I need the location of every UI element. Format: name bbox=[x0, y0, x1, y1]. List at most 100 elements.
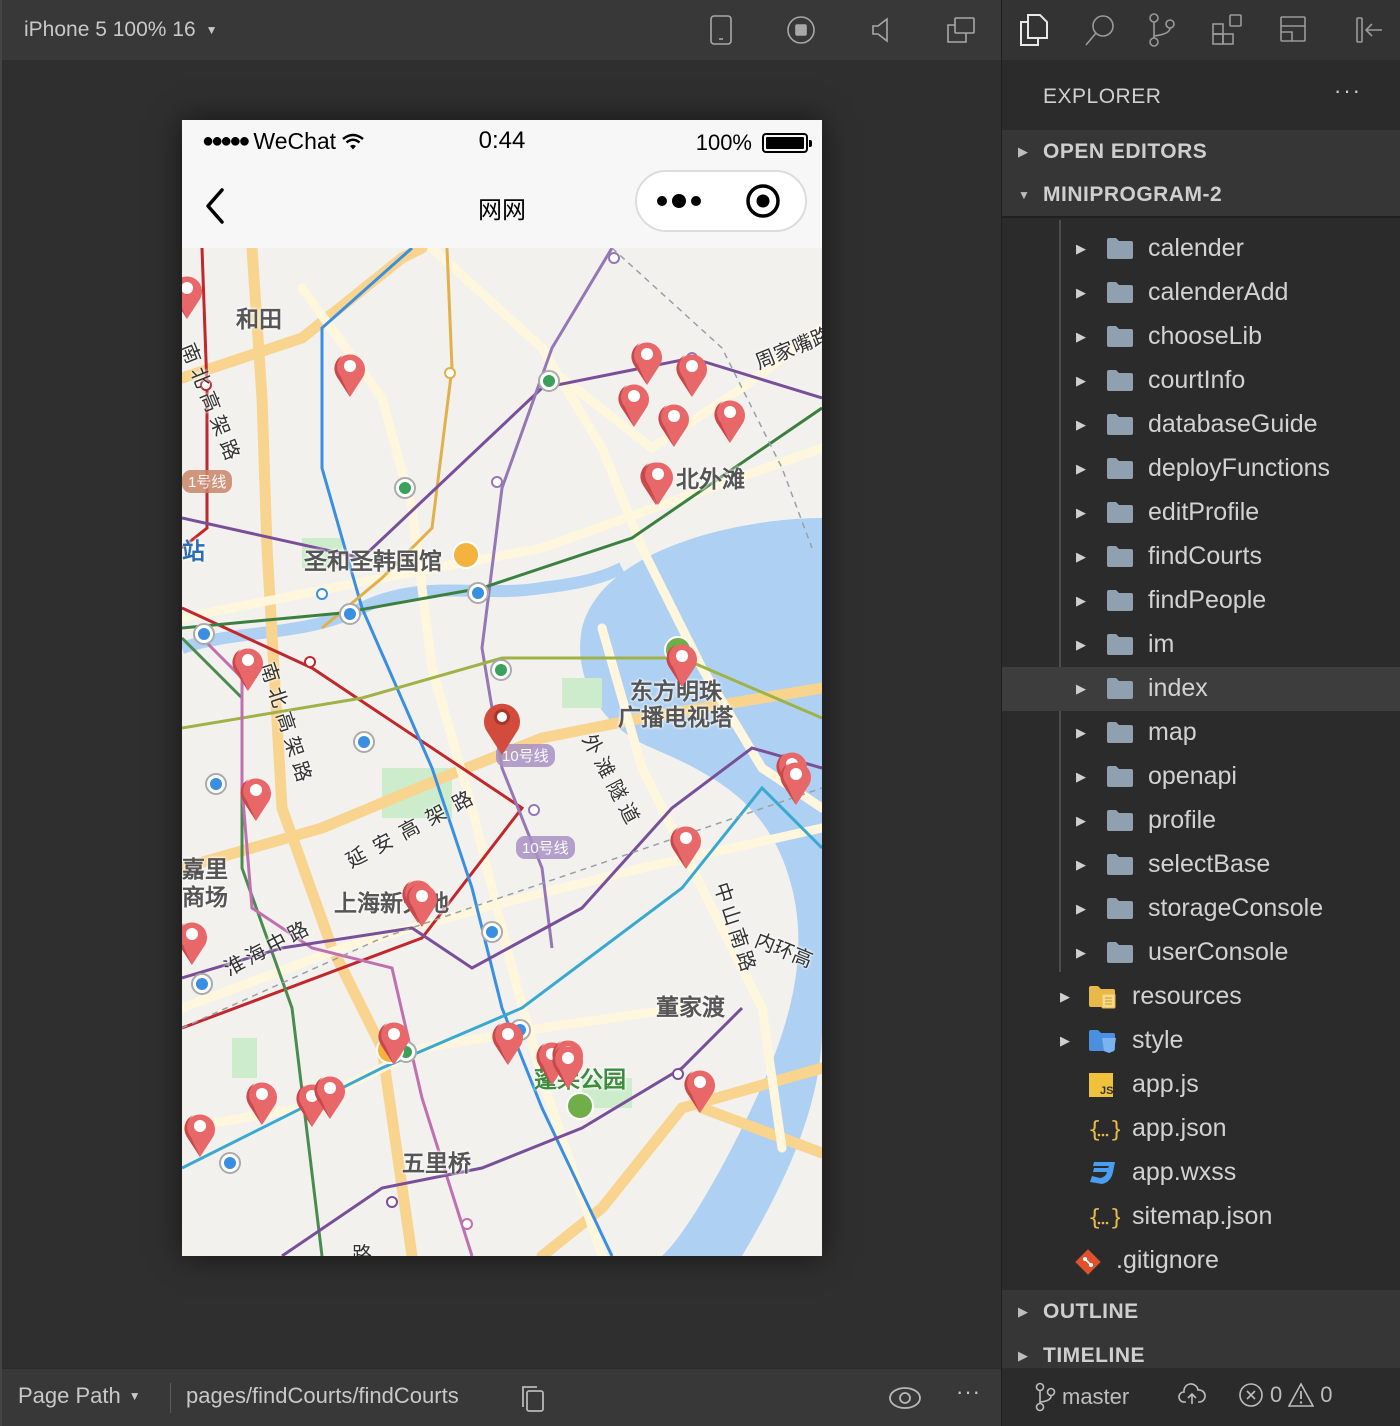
tree-folder-calenderAdd[interactable]: ▶ calenderAdd bbox=[1002, 271, 1400, 315]
court-marker-icon[interactable] bbox=[182, 918, 209, 966]
page-path-value: pages/findCourts/findCourts bbox=[186, 1383, 459, 1408]
tree-folder-style[interactable]: ▶ style bbox=[1002, 1019, 1400, 1063]
section-project[interactable]: ▼ MINIPROGRAM-2 bbox=[1002, 174, 1400, 218]
volume-icon[interactable] bbox=[865, 14, 897, 46]
explorer-more-button[interactable]: ··· bbox=[1334, 78, 1362, 104]
tree-item-label: storageConsole bbox=[1148, 894, 1324, 922]
divider bbox=[170, 1383, 171, 1413]
court-marker-icon[interactable] bbox=[313, 1072, 347, 1120]
layout-icon[interactable] bbox=[1276, 12, 1312, 48]
court-marker-icon[interactable] bbox=[630, 338, 664, 386]
tree-folder-im[interactable]: ▶ im bbox=[1002, 623, 1400, 667]
selected-location-marker-icon[interactable] bbox=[482, 698, 522, 756]
tree-folder-databaseGuide[interactable]: ▶ databaseGuide bbox=[1002, 403, 1400, 447]
court-marker-icon[interactable] bbox=[713, 396, 747, 444]
page-path-select[interactable]: Page Path ▼ bbox=[18, 1383, 141, 1409]
court-marker-icon[interactable] bbox=[183, 1110, 217, 1158]
phone-icon[interactable] bbox=[705, 14, 737, 46]
tree-folder-courtInfo[interactable]: ▶ courtInfo bbox=[1002, 359, 1400, 403]
source-control-icon[interactable] bbox=[1144, 12, 1180, 48]
tree-folder-userConsole[interactable]: ▶ userConsole bbox=[1002, 931, 1400, 975]
section-outline[interactable]: ▶ OUTLINE bbox=[1002, 1290, 1400, 1334]
svg-text:{: { bbox=[1088, 1118, 1101, 1142]
tree-folder-openapi[interactable]: ▶ openapi bbox=[1002, 755, 1400, 799]
detach-window-icon[interactable] bbox=[945, 14, 977, 46]
files-icon[interactable] bbox=[1016, 12, 1052, 48]
tree-item-label: chooseLib bbox=[1148, 322, 1262, 350]
court-marker-icon[interactable] bbox=[665, 640, 699, 688]
battery-icon bbox=[762, 133, 812, 153]
court-marker-icon[interactable] bbox=[551, 1042, 585, 1090]
tree-folder-storageConsole[interactable]: ▶ storageConsole bbox=[1002, 887, 1400, 931]
folder-icon bbox=[1106, 896, 1134, 922]
status-bar: master 0 0 bbox=[1002, 1368, 1400, 1426]
error-icon bbox=[1239, 1383, 1263, 1407]
court-marker-icon[interactable] bbox=[641, 458, 675, 506]
tree-folder-chooseLib[interactable]: ▶ chooseLib bbox=[1002, 315, 1400, 359]
more-options-button[interactable]: ··· bbox=[956, 1379, 981, 1405]
court-marker-icon[interactable] bbox=[333, 350, 367, 398]
court-marker-icon[interactable] bbox=[377, 1018, 411, 1066]
chevron-right-icon: ▶ bbox=[1076, 857, 1086, 872]
problems-indicator[interactable]: 0 0 bbox=[1238, 1382, 1333, 1408]
tree-item-label: profile bbox=[1148, 806, 1217, 834]
target-close-icon[interactable] bbox=[721, 172, 805, 230]
battery: 100% bbox=[696, 130, 812, 156]
device-select[interactable]: iPhone 5 100% 16 ▼ bbox=[24, 18, 218, 42]
folder-icon bbox=[1106, 236, 1134, 262]
tree-folder-editProfile[interactable]: ▶ editProfile bbox=[1002, 491, 1400, 535]
folder-icon bbox=[1106, 280, 1134, 306]
court-marker-icon[interactable] bbox=[617, 380, 651, 428]
git-branch[interactable]: master bbox=[1034, 1382, 1129, 1412]
tree-folder-index[interactable]: ▶ index bbox=[1002, 667, 1400, 711]
section-open-editors[interactable]: ▶ OPEN EDITORS bbox=[1002, 130, 1400, 174]
court-marker-icon[interactable] bbox=[182, 272, 204, 320]
tree-file-sitemap-json[interactable]: {} sitemap.json bbox=[1002, 1195, 1400, 1239]
branch-name: master bbox=[1062, 1384, 1130, 1409]
court-marker-icon[interactable] bbox=[491, 1018, 525, 1066]
court-marker-icon[interactable] bbox=[405, 880, 439, 928]
phone-screen: ●●●●● WeChat 0:44 100% 网网 和田 北外滩 圣和圣韩国馆 … bbox=[182, 120, 822, 1256]
court-marker-icon[interactable] bbox=[779, 758, 813, 806]
json-file-icon: {} bbox=[1088, 1204, 1123, 1231]
park-poi-icon[interactable] bbox=[566, 1092, 594, 1120]
court-marker-icon[interactable] bbox=[245, 1078, 279, 1126]
tree-folder-deployFunctions[interactable]: ▶ deployFunctions bbox=[1002, 447, 1400, 491]
tree-folder-profile[interactable]: ▶ profile bbox=[1002, 799, 1400, 843]
svg-text:JS: JS bbox=[1100, 1085, 1113, 1097]
court-marker-icon[interactable] bbox=[683, 1066, 717, 1114]
court-marker-icon[interactable] bbox=[239, 774, 273, 822]
tree-file-app-js[interactable]: JS app.js bbox=[1002, 1063, 1400, 1107]
court-marker-icon[interactable] bbox=[675, 350, 709, 398]
shopping-poi-icon[interactable] bbox=[452, 541, 480, 569]
collapse-panel-icon[interactable] bbox=[1352, 12, 1388, 48]
tree-file-gitignore[interactable]: .gitignore bbox=[1002, 1239, 1400, 1283]
copy-icon[interactable] bbox=[520, 1383, 548, 1413]
cloud-upload-icon[interactable] bbox=[1178, 1382, 1206, 1406]
tree-folder-calender[interactable]: ▶ calender bbox=[1002, 227, 1400, 271]
park-area bbox=[232, 1038, 257, 1078]
branch-icon bbox=[1035, 1382, 1056, 1412]
tree-item-label: resources bbox=[1132, 982, 1242, 1010]
map-view[interactable]: 和田 北外滩 圣和圣韩国馆 东方明珠 广播电视塔 上海新天地 董家渡 蓬莱公园 … bbox=[182, 248, 822, 1256]
tree-folder-resources[interactable]: ▶ resources bbox=[1002, 975, 1400, 1019]
folder-icon bbox=[1106, 940, 1134, 966]
tree-item-label: .gitignore bbox=[1116, 1246, 1219, 1274]
tree-file-app-json[interactable]: {} app.json bbox=[1002, 1107, 1400, 1151]
tree-folder-map[interactable]: ▶ map bbox=[1002, 711, 1400, 755]
tree-folder-selectBase[interactable]: ▶ selectBase bbox=[1002, 843, 1400, 887]
court-marker-icon[interactable] bbox=[657, 400, 691, 448]
extensions-icon[interactable] bbox=[1210, 12, 1246, 48]
court-marker-icon[interactable] bbox=[669, 822, 703, 870]
search-icon[interactable] bbox=[1082, 12, 1118, 48]
tree-file-app-wxss[interactable]: app.wxss bbox=[1002, 1151, 1400, 1195]
record-icon[interactable] bbox=[785, 14, 817, 46]
tree-folder-findCourts[interactable]: ▶ findCourts bbox=[1002, 535, 1400, 579]
tree-item-label: courtInfo bbox=[1148, 366, 1246, 394]
more-dots-icon[interactable] bbox=[637, 172, 721, 230]
court-marker-icon[interactable] bbox=[231, 644, 265, 692]
simulator-pane: iPhone 5 100% 16 ▼ ●●●●● WeChat 0:44 100… bbox=[0, 0, 1003, 1426]
eye-icon[interactable] bbox=[888, 1385, 922, 1411]
tree-folder-findPeople[interactable]: ▶ findPeople bbox=[1002, 579, 1400, 623]
section-label: OUTLINE bbox=[1043, 1300, 1139, 1323]
